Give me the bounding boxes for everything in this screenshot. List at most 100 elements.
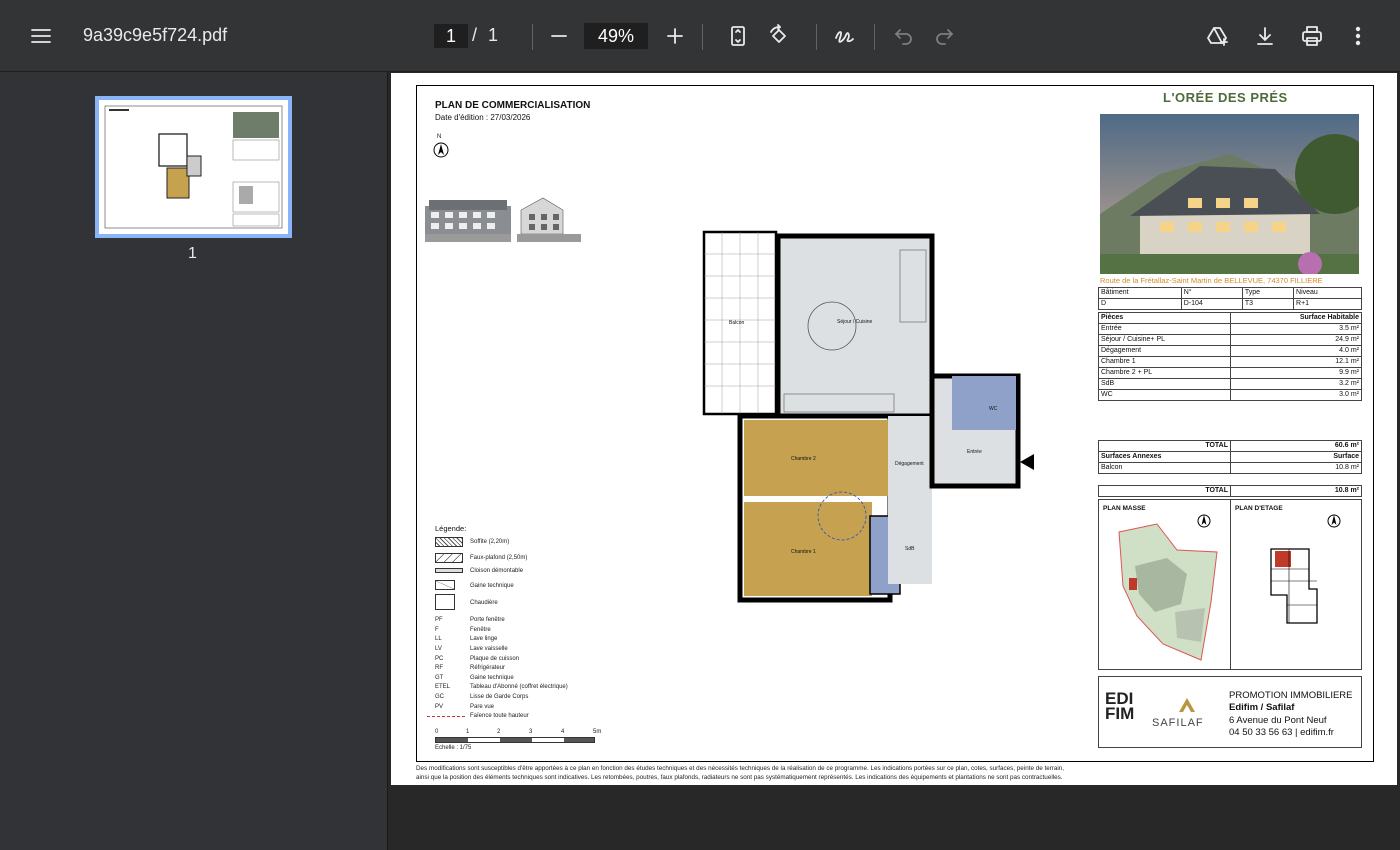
- site-plans-box: PLAN MASSE PLAN D'ETAGE: [1098, 499, 1362, 670]
- redo-button[interactable]: [932, 24, 956, 48]
- room-label-balcon: Balcon: [729, 320, 745, 326]
- zoom-level-input[interactable]: 49%: [584, 23, 648, 49]
- legend-code: GT: [435, 675, 444, 681]
- legend-code: RF: [435, 665, 443, 671]
- toolbar-divider: [532, 24, 533, 50]
- lot-info-table: Bâtiment N° Type Niveau D D-104 T3 R+1: [1098, 287, 1362, 310]
- rotate-button[interactable]: [767, 24, 791, 48]
- rotate-icon: [770, 24, 786, 43]
- print-icon: [1302, 26, 1322, 46]
- annotate-button[interactable]: [832, 24, 856, 48]
- pdf-page: PLAN DE COMMERCIALISATION Date d'édition…: [391, 73, 1397, 785]
- legend-swatch-label: Gaine technique: [470, 583, 514, 589]
- brand-logo: L'ORÉE DES PRÉS: [1163, 90, 1288, 105]
- room-label-sejour: Séjour / Cuisine: [837, 319, 873, 325]
- zoom-out-button[interactable]: [547, 24, 571, 48]
- legend-faience-label: Faïence toute hauteur: [470, 713, 529, 719]
- room-area: 3.0 m²: [1230, 389, 1362, 401]
- toolbar-divider: [702, 24, 703, 50]
- fit-page-icon: [731, 26, 745, 46]
- room-label-wc: WC: [989, 406, 998, 412]
- room-label-sdb: SdB: [905, 546, 915, 552]
- room-label-degagement: Dégagement: [895, 461, 924, 467]
- legend-code: ETEL: [435, 684, 451, 690]
- zoom-out-icon: [551, 35, 567, 37]
- annex-total-label: TOTAL: [1098, 485, 1231, 497]
- legend-code: PC: [435, 656, 444, 662]
- scale-label: Echelle : 1/75: [435, 745, 472, 751]
- safilaf-logo: SAFILAF: [1152, 717, 1204, 729]
- promoter-line4: 04 50 33 56 63 | edifim.fr: [1229, 727, 1334, 738]
- annotate-icon: [835, 31, 854, 43]
- legend-faience-line: [427, 716, 465, 717]
- north-arrow-icon: [433, 142, 449, 158]
- more-icon: [1355, 26, 1361, 46]
- legend-code: LV: [435, 646, 442, 652]
- totals-table: TOTAL 60.6 m² Surfaces Annexes Surface Bal…: [1098, 440, 1362, 474]
- legend-code-label: Réfrigérateur: [470, 665, 506, 671]
- legend-swatch: [435, 537, 463, 547]
- scale-tick: 3: [529, 729, 533, 735]
- legend-code-label: Porte fenêtre: [470, 617, 505, 623]
- legend-code: F: [435, 627, 439, 633]
- fit-page-button[interactable]: [726, 24, 750, 48]
- rooms-table: Pièces Surface Habitable Entrée 3.5 m² Séj…: [1098, 312, 1362, 401]
- legend-code-label: Plaque de cuisson: [470, 656, 520, 662]
- legend-title: Légende:: [435, 524, 467, 533]
- legend-swatch-label: Cloison démontable: [470, 568, 524, 574]
- undo-icon: [895, 29, 912, 45]
- plan-title: PLAN DE COMMERCIALISATION: [435, 100, 591, 111]
- legend-code-label: Lave vaisselle: [470, 646, 508, 652]
- page-number-input[interactable]: 1: [434, 24, 468, 48]
- room-name: Entrée: [1098, 323, 1231, 335]
- page-total: 1: [488, 25, 499, 45]
- disclaimer-line2: ainsi que la position des éléments techn…: [416, 773, 1063, 781]
- room-name: Séjour / Cuisine+ PL: [1098, 334, 1231, 346]
- zoom-in-button[interactable]: [663, 24, 687, 48]
- promoter-line3: 6 Avenue du Pont Neuf: [1229, 715, 1327, 726]
- info-header: N°: [1180, 287, 1243, 299]
- file-title: 9a39c9e5f724.pdf: [83, 25, 228, 45]
- page-thumbnail[interactable]: [95, 96, 292, 238]
- print-button[interactable]: [1300, 24, 1324, 48]
- pdf-toolbar: 9a39c9e5f724.pdf 1 / 1 49%: [0, 0, 1400, 72]
- promoter-line1: PROMOTION IMMOBILIERE: [1229, 690, 1353, 701]
- room-area: 3.2 m²: [1230, 378, 1362, 390]
- scale-tick: 1: [466, 729, 470, 735]
- room-area: 9.9 m²: [1230, 367, 1362, 379]
- scale-tick: 2: [497, 729, 501, 735]
- room-area: 3.5 m²: [1230, 323, 1362, 335]
- plan-masse-map: [1118, 523, 1218, 661]
- plan-etage-map: [1270, 548, 1318, 624]
- plan-masse-title: PLAN MASSE: [1103, 505, 1146, 512]
- page-separator: /: [472, 25, 478, 45]
- legend-code-label: Gaine technique: [470, 675, 514, 681]
- legend-code-label: Lave linge: [470, 636, 498, 642]
- scale-tick: 0: [435, 729, 439, 735]
- scale-tick: 5m: [593, 729, 602, 735]
- legend-swatch: [435, 553, 463, 563]
- legend-code-label: Lisse de Garde Corps: [470, 694, 529, 700]
- room-area: 4.0 m²: [1230, 345, 1362, 357]
- more-options-button[interactable]: [1346, 24, 1370, 48]
- redo-icon: [936, 29, 953, 45]
- download-button[interactable]: [1253, 24, 1277, 48]
- download-icon: [1257, 27, 1273, 45]
- total-label: TOTAL: [1098, 440, 1231, 452]
- room-label-chambre2: Chambre 2: [791, 456, 816, 462]
- room-name: Chambre 1: [1098, 356, 1231, 368]
- scale-bar: [435, 737, 595, 743]
- undo-button[interactable]: [892, 24, 916, 48]
- north-arrow-icon: [1327, 514, 1341, 528]
- info-value: R+1: [1293, 298, 1362, 310]
- menu-button[interactable]: [28, 24, 54, 48]
- rooms-header: Surface Habitable: [1230, 312, 1362, 324]
- scale-tick: 4: [561, 729, 565, 735]
- info-value: T3: [1241, 298, 1295, 310]
- total-value: 60.6 m²: [1230, 440, 1362, 452]
- annex-header: Surface: [1230, 451, 1362, 463]
- add-to-drive-button[interactable]: [1206, 24, 1230, 48]
- legend-code-label: Tableau d'Abonné (coffret électrique): [470, 684, 568, 690]
- zoom-in-icon: [667, 28, 683, 44]
- info-header: Type: [1241, 287, 1295, 299]
